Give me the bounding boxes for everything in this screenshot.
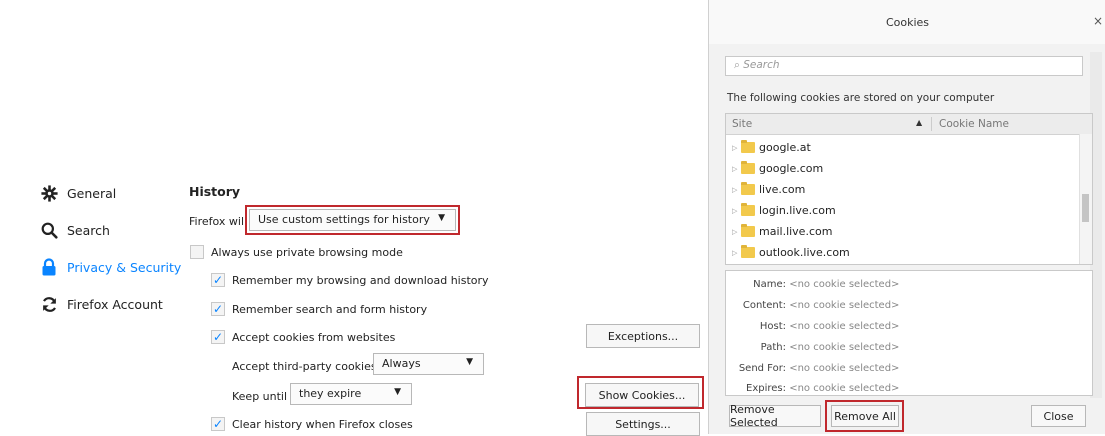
private-mode-checkbox[interactable] (190, 245, 204, 259)
checkmark-icon: ✓ (212, 330, 224, 344)
remove-all-highlight (825, 400, 904, 432)
third-party-label: Accept third-party cookies (232, 360, 377, 373)
folder-icon (741, 182, 755, 195)
close-icon[interactable]: × (1093, 14, 1103, 28)
accept-cookies-label: Accept cookies from websites (232, 331, 396, 344)
remember-browsing-checkbox[interactable]: ✓ (211, 273, 225, 287)
expand-triangle-icon: ▷ (732, 185, 738, 194)
cookie-list-scrollbar[interactable] (1079, 134, 1092, 264)
sidebar-item-general[interactable]: General (40, 184, 116, 202)
remember-browsing-label: Remember my browsing and download histor… (232, 274, 489, 287)
chevron-down-icon: ▼ (466, 357, 473, 367)
keep-until-select[interactable]: they expire ▼ (290, 383, 412, 405)
exceptions-button[interactable]: Exceptions... (586, 324, 700, 348)
search-placeholder: Search (743, 59, 780, 71)
folder-icon (741, 224, 755, 237)
remember-search-checkbox[interactable]: ✓ (211, 302, 225, 316)
sidebar-item-firefox-account[interactable]: Firefox Account (40, 295, 163, 313)
accept-cookies-checkbox[interactable]: ✓ (211, 330, 225, 344)
detail-name: Name: <no cookie selected> (753, 279, 900, 290)
sidebar-item-search[interactable]: Search (40, 221, 110, 239)
history-section-title: History (189, 184, 241, 199)
remember-search-label: Remember search and form history (232, 303, 428, 316)
keep-until-value: they expire (299, 387, 362, 400)
third-party-select[interactable]: Always ▼ (373, 353, 484, 375)
detail-send-for: Send For: <no cookie selected> (738, 363, 900, 374)
cookie-list[interactable]: Site ▲ Cookie Name ▷ google.at ▷ google.co… (725, 113, 1093, 265)
private-mode-label: Always use private browsing mode (211, 246, 403, 259)
sidebar-item-label: Search (67, 222, 110, 238)
remove-selected-button[interactable]: Remove Selected (729, 403, 821, 429)
checkmark-icon: ✓ (212, 273, 224, 287)
clear-history-label: Clear history when Firefox closes (232, 418, 413, 431)
list-item[interactable]: ▷ google.at (732, 140, 811, 154)
history-mode-highlight (245, 205, 460, 235)
firefox-will-label: Firefox will (189, 215, 248, 228)
folder-icon (741, 245, 755, 258)
sync-icon (40, 295, 58, 313)
column-cookie-name[interactable]: Cookie Name (939, 118, 1009, 130)
close-button[interactable]: Close (1031, 405, 1086, 427)
expand-triangle-icon: ▷ (732, 164, 738, 173)
search-icon: ⌕ (734, 59, 740, 71)
expand-triangle-icon: ▷ (732, 227, 738, 236)
cookies-dialog: Cookies × ⌕ Search The following cookies… (708, 0, 1105, 434)
column-divider (931, 117, 932, 131)
detail-path: Path: <no cookie selected> (760, 342, 900, 353)
third-party-value: Always (382, 357, 421, 370)
folder-icon (741, 203, 755, 216)
detail-host: Host: <no cookie selected> (759, 321, 900, 332)
expand-triangle-icon: ▷ (732, 248, 738, 257)
list-item[interactable]: ▷ live.com (732, 182, 805, 196)
list-item[interactable]: ▷ mail.live.com (732, 224, 832, 238)
cookie-details-panel: Name: <no cookie selected> Content: <no … (725, 270, 1093, 396)
dialog-title-bar: Cookies (709, 0, 1105, 44)
detail-expires: Expires: <no cookie selected> (746, 383, 900, 394)
clear-history-checkbox[interactable]: ✓ (211, 417, 225, 431)
expand-triangle-icon: ▷ (732, 143, 738, 152)
expand-triangle-icon: ▷ (732, 206, 738, 215)
list-item[interactable]: ▷ outlook.live.com (732, 245, 850, 259)
scrollbar-thumb[interactable] (1082, 194, 1089, 222)
cookie-search-input[interactable]: ⌕ Search (725, 56, 1083, 76)
dialog-title: Cookies (885, 15, 930, 29)
show-cookies-highlight (577, 376, 704, 409)
sidebar-item-privacy-security[interactable]: Privacy & Security (40, 258, 181, 276)
sidebar-item-label: Privacy & Security (67, 259, 182, 275)
checkmark-icon: ✓ (212, 417, 224, 431)
gear-icon (40, 184, 58, 202)
folder-icon (741, 140, 755, 153)
cookie-list-header: Site ▲ Cookie Name (726, 114, 1092, 135)
column-site[interactable]: Site (732, 118, 752, 130)
cookies-description: The following cookies are stored on your… (727, 92, 995, 104)
list-item[interactable]: ▷ google.com (732, 161, 823, 175)
sidebar-item-label: General (67, 185, 117, 201)
keep-until-label: Keep until (232, 390, 288, 403)
sort-ascending-icon: ▲ (916, 118, 923, 127)
settings-button[interactable]: Settings... (586, 412, 700, 436)
chevron-down-icon: ▼ (394, 387, 401, 397)
folder-icon (741, 161, 755, 174)
lock-icon (40, 258, 58, 276)
list-item[interactable]: ▷ login.live.com (732, 203, 836, 217)
checkmark-icon: ✓ (212, 302, 224, 316)
search-icon (40, 221, 58, 239)
sidebar-item-label: Firefox Account (67, 296, 163, 312)
detail-content: Content: <no cookie selected> (742, 300, 900, 311)
